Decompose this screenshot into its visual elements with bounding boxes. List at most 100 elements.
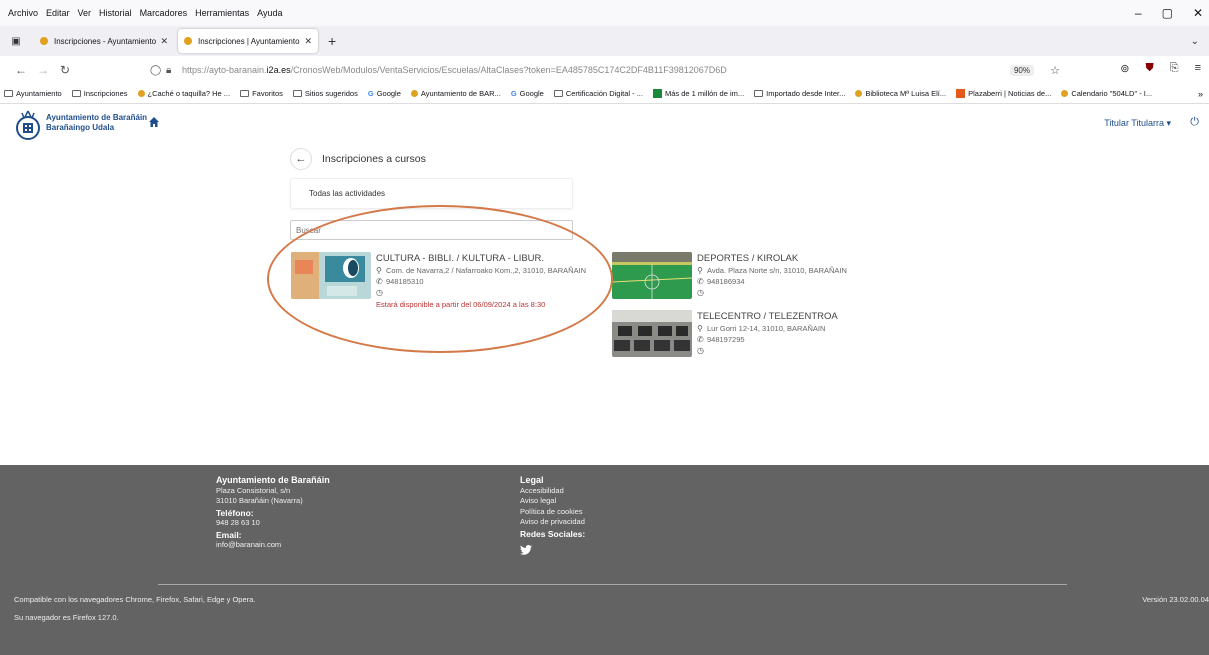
minimize-icon[interactable]: –: [1135, 6, 1142, 20]
account-icon[interactable]: ⊚: [1120, 62, 1129, 75]
availability-notice: Estará disponible a partir del 06/09/202…: [376, 300, 546, 309]
footer-email-label: Email:: [216, 529, 242, 540]
bookmark-item[interactable]: Ayuntamiento: [4, 89, 62, 98]
ublock-shield-icon[interactable]: ⛊: [1146, 62, 1154, 75]
tab-label: Inscripciones - Ayuntamiento d: [54, 36, 157, 46]
phone-line: ✆ 948185310: [376, 277, 424, 286]
tab-inscripciones-2[interactable]: Inscripciones | Ayuntamiento d ✕: [178, 29, 318, 53]
close-tab-icon[interactable]: ✕: [304, 36, 312, 47]
map-pin-icon: ⚲: [376, 266, 382, 275]
menu-ver[interactable]: Ver: [78, 8, 92, 18]
tab-bar: ▣ Inscripciones - Ayuntamiento d ✕ Inscr…: [0, 26, 1209, 56]
navigation-bar: ← → ↻ ◯ 🔒︎ https://ayto-baranain.i2a.es/…: [0, 56, 1209, 84]
bookmark-label: Google: [376, 89, 401, 98]
bookmark-item[interactable]: Ayuntamiento de BAR...: [410, 89, 501, 98]
bookmark-item[interactable]: Inscripciones: [71, 89, 128, 98]
baranain-logo[interactable]: [12, 109, 44, 141]
forward-arrow-icon[interactable]: →: [32, 63, 54, 77]
close-tab-icon[interactable]: ✕: [160, 36, 168, 47]
footer-address-2: 31010 Barañáin (Navarra): [216, 496, 303, 505]
bookmark-item[interactable]: Más de 1 millón de im...: [652, 89, 744, 98]
menu-herramientas[interactable]: Herramientas: [195, 8, 249, 18]
footer-email[interactable]: info@baranain.com: [216, 540, 330, 551]
search-input[interactable]: [290, 220, 573, 240]
footer-link-privacidad[interactable]: Aviso de privacidad: [520, 517, 585, 528]
footer-link-accesibilidad[interactable]: Accesibilidad: [520, 486, 585, 497]
footer-link-aviso-legal[interactable]: Aviso legal: [520, 496, 585, 507]
hamburger-menu-icon[interactable]: ≡: [1195, 62, 1201, 75]
url-bar[interactable]: ◯ 🔒︎ https://ayto-baranain.i2a.es/Cronos…: [150, 59, 1060, 81]
home-icon[interactable]: [148, 116, 160, 128]
menu-archivo[interactable]: Archivo: [8, 8, 38, 18]
back-button[interactable]: ←: [290, 148, 312, 170]
phone-icon: ✆: [376, 277, 383, 286]
google-icon: G: [510, 89, 517, 98]
google-icon: G: [367, 89, 374, 98]
lock-icon[interactable]: 🔒︎: [166, 65, 182, 76]
schedule-line: ◷: [697, 288, 847, 297]
caret-down-icon: ▾: [1166, 118, 1171, 128]
bookmark-item[interactable]: Certificación Digital - ...: [553, 89, 643, 98]
center-card-cultura[interactable]: CULTURA - BIBLI. / KULTURA - LIBUR. ⚲ Com…: [291, 252, 586, 309]
user-menu[interactable]: Titular Titularra ▾: [1104, 118, 1171, 129]
twitter-icon[interactable]: [520, 545, 532, 555]
bookmark-label: Biblioteca Mª Luisa Elí...: [865, 89, 947, 98]
center-card-deportes[interactable]: DEPORTES / KIROLAK ⚲ Avda. Plaza Norte s/…: [612, 252, 847, 299]
globe-icon: [292, 90, 302, 97]
menu-editar[interactable]: Editar: [46, 8, 70, 18]
page-header: ← Inscripciones a cursos: [290, 148, 426, 170]
menu-ayuda[interactable]: Ayuda: [257, 8, 282, 18]
bookmark-item[interactable]: Plazaberri | Noticias de...: [956, 89, 1051, 98]
phone-line: ✆ 948186934: [697, 277, 745, 286]
bookmark-item[interactable]: G Google: [511, 89, 544, 98]
center-card-telecentro[interactable]: TELECENTRO / TELEZENTROA ⚲ Lur Gorri 12-1…: [612, 310, 838, 357]
folder-icon: [71, 90, 81, 97]
bookmark-item[interactable]: Calendario "504LD" - I...: [1061, 89, 1152, 98]
footer-phone-label: Teléfono:: [216, 507, 254, 518]
chevron-down-icon[interactable]: ⌄: [1191, 36, 1199, 47]
address-line: ⚲ Com. de Navarra,2 / Nafarroako Kom.,2, …: [376, 266, 587, 275]
footer-contact: Ayuntamiento de Barañáin Plaza Consistor…: [216, 475, 330, 551]
bookmark-item[interactable]: Sitios sugeridos: [292, 89, 358, 98]
menu-marcadores[interactable]: Marcadores: [140, 8, 188, 18]
plazaberri-icon: [956, 89, 966, 98]
center-name: DEPORTES / KIROLAK: [697, 253, 799, 264]
tracking-shield-icon[interactable]: ◯: [150, 65, 166, 76]
bookmark-item[interactable]: ¿Caché o taquilla? He ...: [137, 89, 230, 98]
back-arrow-icon[interactable]: ←: [10, 63, 32, 77]
bookmark-item[interactable]: Biblioteca Mª Luisa Elí...: [855, 89, 946, 98]
bookmarks-overflow-icon[interactable]: »: [1198, 89, 1203, 99]
zoom-level[interactable]: 90%: [1009, 64, 1034, 76]
activity-filter[interactable]: Todas las actividades: [290, 178, 573, 209]
menu-historial[interactable]: Historial: [99, 8, 132, 18]
bookmark-star-icon[interactable]: ☆: [1050, 64, 1060, 77]
site-footer: Ayuntamiento de Barañáin Plaza Consistor…: [0, 465, 1209, 655]
bookmark-item[interactable]: Importado desde Inter...: [754, 89, 845, 98]
footer-legal: Legal Accesibilidad Aviso legal Política…: [520, 475, 585, 559]
phone-icon: ✆: [697, 277, 704, 286]
close-window-icon[interactable]: ✕: [1193, 6, 1203, 20]
center-name: CULTURA - BIBLI. / KULTURA - LIBUR.: [376, 253, 545, 264]
clock-icon: ◷: [376, 288, 383, 297]
bookmark-item[interactable]: Favoritos: [240, 89, 283, 98]
schedule-line: ◷: [697, 346, 838, 355]
bookmark-label: Google: [519, 89, 544, 98]
power-icon[interactable]: ⏻: [1190, 116, 1199, 129]
folder-icon: [4, 90, 13, 97]
tab-list-icon[interactable]: ▣: [6, 36, 26, 47]
bookmark-item[interactable]: G Google: [368, 89, 401, 98]
footer-org-title: Ayuntamiento de Barañáin: [216, 475, 330, 485]
browser-compat-note: Compatible con los navegadores Chrome, F…: [14, 595, 256, 604]
footer-link-cookies[interactable]: Política de cookies: [520, 507, 585, 518]
extensions-icon[interactable]: ⎘: [1170, 62, 1179, 75]
new-tab-button[interactable]: +: [328, 33, 336, 49]
tab-inscripciones-1[interactable]: Inscripciones - Ayuntamiento d ✕: [34, 29, 174, 53]
org-name[interactable]: Ayuntamiento de Barañáin Barañaingo Udal…: [46, 113, 147, 133]
card-info: DEPORTES / KIROLAK ⚲ Avda. Plaza Norte s/…: [697, 252, 847, 299]
bookmark-label: Plazaberri | Noticias de...: [968, 89, 1052, 98]
reload-icon[interactable]: ↻: [54, 63, 76, 77]
phone-line: ✆ 948197295: [697, 335, 745, 344]
bookmarks-toolbar: Ayuntamiento Inscripciones ¿Caché o taquil…: [0, 84, 1209, 104]
restore-icon[interactable]: ▢: [1162, 6, 1173, 20]
bookmark-label: Certificación Digital - ...: [565, 89, 643, 98]
